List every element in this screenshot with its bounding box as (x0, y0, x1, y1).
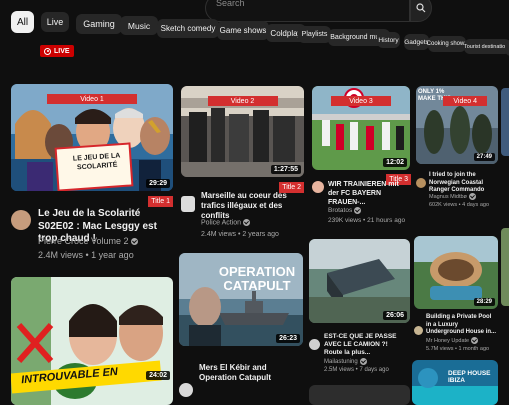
video-card-6[interactable]: OPERATION CATAPULT 26:23 Mers El Kébir a… (179, 253, 303, 405)
verified-icon (130, 238, 138, 246)
video-card-9[interactable]: DEEP HOUSE IBIZA (412, 360, 498, 405)
channel-avatar-7[interactable] (309, 339, 320, 350)
channel-avatar-8[interactable] (414, 326, 423, 335)
video-thumbnail-partial-2[interactable] (501, 228, 509, 306)
thumbnail-text-6: OPERATION CATAPULT (218, 264, 296, 293)
video-title-2[interactable]: Marseille au coeur des trafics illégaux … (201, 191, 301, 221)
video-card-4[interactable]: ONLY 1% MAKE THIS Video 4 27:49 I tried … (416, 86, 498, 216)
channel-name-8[interactable]: Mr Honey Update (426, 337, 479, 344)
chip-history[interactable]: History (377, 32, 400, 48)
duration-5: 24:02 (146, 371, 170, 380)
thumbnail-image-5 (11, 277, 173, 405)
video-title-8[interactable]: Building a Private Pool in a Luxury Unde… (426, 314, 496, 337)
channel-name-3[interactable]: Brotatos (328, 207, 362, 214)
filter-chips: All Live Gaming Music Sketch comedy Game… (11, 10, 509, 60)
verified-icon (354, 207, 362, 214)
duration-2: 1:27:55 (270, 165, 301, 174)
chip-game-shows[interactable]: Game shows (217, 21, 269, 40)
chip-all[interactable]: All (11, 11, 34, 33)
channel-name-4-text[interactable]: Magnus Midtbø (429, 194, 467, 200)
video-label-1: Video 1 (47, 94, 137, 104)
duration-7: 26:06 (383, 311, 407, 320)
channel-avatar-1[interactable] (11, 210, 31, 230)
video-label-3: Video 3 (331, 96, 391, 106)
duration-8: 28:29 (473, 298, 495, 306)
video-stats-8: 5.7M views • 1 month ago (426, 346, 490, 352)
youtube-home: Search All Live Gaming Music Sketch come… (0, 0, 509, 405)
video-thumbnail-partial[interactable] (501, 88, 509, 156)
chip-cooking-shows[interactable]: Cooking shows (427, 36, 467, 52)
chip-gadgets[interactable]: Gadgets (404, 34, 429, 50)
chip-partial[interactable]: P (505, 41, 509, 56)
channel-name-1-text[interactable]: Pierre Croce Volume 2 (38, 236, 129, 246)
duration-6: 26:23 (276, 334, 300, 343)
video-card-5[interactable]: INTROUVABLE EN 24:02 (11, 277, 173, 405)
channel-name-8-text[interactable]: Mr Honey Update (426, 338, 469, 344)
video-card-7[interactable]: 26:06 EST-CE QUE JE PASSE AVEC LE CAMION… (309, 239, 410, 389)
duration-1: 29:29 (146, 179, 170, 188)
verified-icon (468, 193, 476, 200)
video-stats-1: 2.4M views • 1 year ago (38, 250, 134, 260)
video-card-2[interactable]: Video 2 1:27:55 Title 2 Marseille au coe… (181, 86, 304, 246)
video-thumbnail-6[interactable]: OPERATION CATAPULT 26:23 (179, 253, 303, 346)
channel-name-1[interactable]: Pierre Croce Volume 2 (38, 236, 138, 246)
video-thumbnail-3[interactable]: Video 3 12:02 (312, 86, 410, 170)
chip-gaming[interactable]: Gaming (76, 14, 122, 34)
title-tag-1: Title 1 (148, 196, 173, 207)
video-title-7[interactable]: EST-CE QUE JE PASSE AVEC LE CAMION ?! Ro… (324, 333, 406, 357)
channel-name-7[interactable]: Mailastuning (324, 358, 367, 365)
video-thumbnail-1[interactable]: LE JEU DE LA SCOLARITÉ Video 1 29:29 (11, 84, 173, 191)
channel-name-3-text[interactable]: Brotatos (328, 207, 352, 214)
channel-name-4[interactable]: Magnus Midtbø (429, 193, 476, 200)
chip-music[interactable]: Music (120, 16, 158, 35)
video-card-1[interactable]: LE JEU DE LA SCOLARITÉ Video 1 29:29 Tit… (11, 84, 173, 269)
channel-name-2[interactable]: Police Action (201, 219, 251, 226)
live-badge[interactable]: LIVE (40, 45, 74, 57)
video-stats-7: 2.5M views • 7 days ago (324, 367, 389, 373)
chip-sketch-comedy[interactable]: Sketch comedy (157, 19, 219, 38)
video-thumbnail-10[interactable] (309, 385, 410, 405)
video-label-4: Video 4 (443, 96, 488, 106)
chip-live[interactable]: Live (41, 12, 69, 32)
thumbnail-text-9: DEEP HOUSE IBIZA (448, 370, 491, 385)
chip-playlists[interactable]: Playlists (298, 26, 331, 43)
video-stats-4: 602K views • 4 days ago (429, 202, 490, 208)
video-card-3[interactable]: Video 3 12:02 Title 3 WIR TRAINIEREN mit… (312, 86, 411, 226)
video-title-6[interactable]: Mers El Kébir and Operation Catapult (199, 363, 299, 383)
video-thumbnail-9[interactable]: DEEP HOUSE IBIZA (412, 360, 498, 405)
video-title-4[interactable]: I tried to join the Norwegian Coastal Ra… (429, 172, 495, 195)
video-stats-3: 239K views • 21 hours ago (328, 217, 406, 224)
channel-avatar-3[interactable] (312, 181, 324, 193)
channel-avatar-4[interactable] (416, 178, 426, 188)
video-label-2: Video 2 (207, 96, 278, 106)
video-stats-2: 2.4M views • 2 years ago (201, 231, 279, 238)
verified-icon (359, 358, 367, 365)
chip-tourist-destinations[interactable]: Tourist destinations (464, 39, 509, 54)
channel-name-2-text[interactable]: Police Action (201, 219, 241, 226)
duration-3: 12:02 (383, 158, 407, 167)
channel-avatar-2[interactable] (181, 196, 195, 212)
video-thumbnail-7[interactable]: 26:06 (309, 239, 410, 323)
video-card-8[interactable]: 28:29 Building a Private Pool in a Luxur… (414, 236, 498, 376)
video-thumbnail-8[interactable]: 28:29 (414, 236, 498, 309)
live-badge-label: LIVE (54, 47, 70, 55)
video-title-3[interactable]: WIR TRAINIEREN mit der FC BAYERN FRAUEN-… (328, 181, 406, 207)
channel-name-7-text[interactable]: Mailastuning (324, 359, 358, 365)
video-thumbnail-5[interactable]: INTROUVABLE EN 24:02 (11, 277, 173, 405)
verified-icon (243, 219, 251, 226)
duration-4: 27:49 (473, 153, 495, 161)
live-broadcast-icon (44, 47, 51, 55)
channel-avatar-6[interactable] (179, 383, 193, 397)
verified-icon (471, 337, 479, 344)
video-thumbnail-4[interactable]: ONLY 1% MAKE THIS Video 4 27:49 (416, 86, 498, 164)
video-thumbnail-2[interactable]: Video 2 1:27:55 (181, 86, 304, 177)
